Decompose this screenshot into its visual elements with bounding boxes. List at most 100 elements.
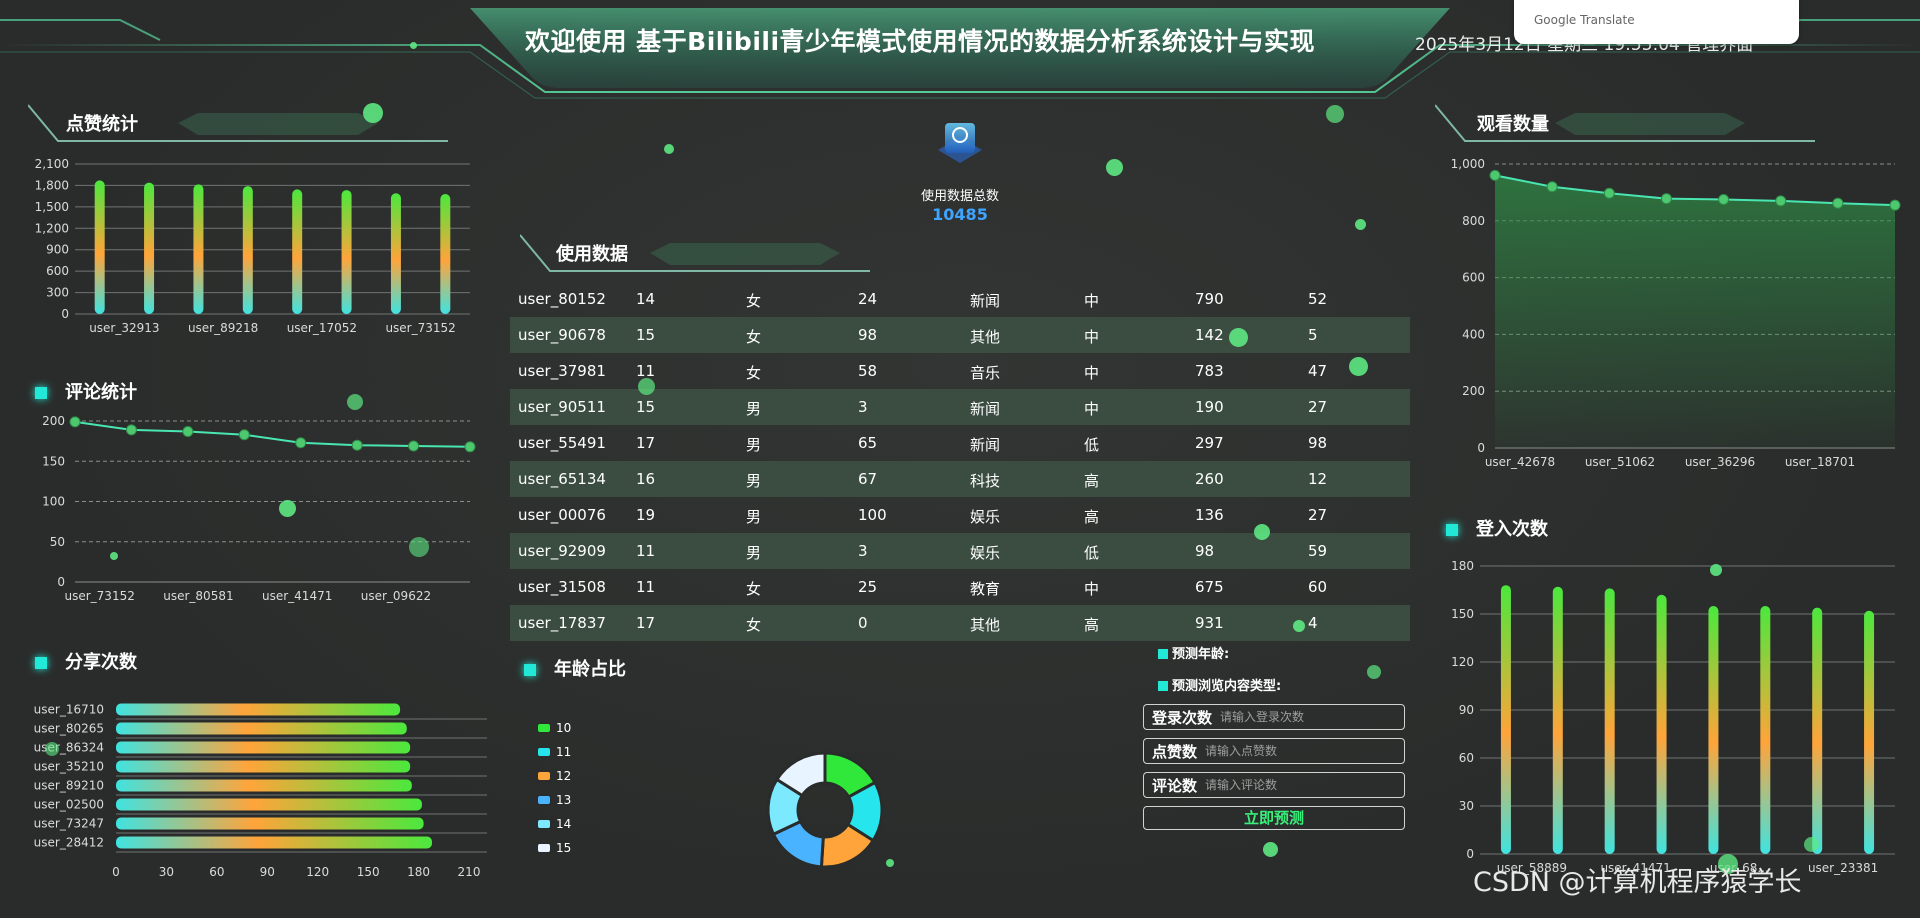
table-cell: user_92909 bbox=[518, 542, 606, 560]
table-cell: 19 bbox=[636, 506, 656, 524]
bar bbox=[1864, 610, 1875, 854]
table-cell: 931 bbox=[1195, 614, 1224, 632]
square-icon bbox=[1158, 681, 1168, 691]
table-cell: 女 bbox=[746, 292, 762, 310]
legend-item[interactable]: 15 bbox=[538, 841, 571, 855]
y-tick-label: 0 bbox=[1466, 847, 1474, 861]
floating-bubble bbox=[110, 552, 118, 560]
y-tick-label: 90 bbox=[1459, 703, 1474, 717]
floating-bubble bbox=[1106, 159, 1123, 176]
legend-item[interactable]: 14 bbox=[538, 817, 571, 831]
table-cell: 中 bbox=[1084, 328, 1100, 346]
google-translate-widget[interactable]: Google Translate bbox=[1514, 0, 1799, 44]
table-cell: 11 bbox=[636, 542, 656, 560]
x-tick-label: user_42678 bbox=[1485, 455, 1555, 469]
x-tick-label: user_32913 bbox=[89, 321, 159, 335]
predicted-type-text: 预测浏览内容类型: bbox=[1172, 679, 1282, 694]
table-cell: 3 bbox=[858, 398, 868, 416]
bar bbox=[94, 180, 105, 314]
floating-bubble bbox=[409, 537, 429, 557]
comment-count-field: 评论数 bbox=[1143, 772, 1405, 798]
usage-table: user_80152 14 女 24 新闻中 790 52 user_90678 15 女 98 其他… bbox=[510, 281, 1410, 641]
y-tick-label: 60 bbox=[1459, 751, 1474, 765]
data-point bbox=[1889, 199, 1901, 211]
table-cell: 65 bbox=[858, 434, 878, 452]
table-cell: 260 bbox=[1195, 470, 1224, 488]
table-cell: 47 bbox=[1308, 362, 1328, 380]
table-cell: 教育 bbox=[970, 580, 1001, 598]
table-cell: 790 bbox=[1195, 290, 1224, 308]
x-tick-label: 210 bbox=[458, 865, 481, 879]
table-row[interactable]: user_92909 11 男 3 娱乐 低 98 59 bbox=[510, 533, 1410, 569]
table-cell: 98 bbox=[858, 326, 878, 344]
y-tick-label: user_16710 bbox=[34, 703, 104, 717]
x-tick-label: user_23381 bbox=[1808, 861, 1878, 875]
data-point bbox=[295, 437, 307, 449]
data-point bbox=[1660, 193, 1672, 205]
data-point bbox=[1489, 169, 1501, 181]
table-row[interactable]: user_55491 17 男 65 新闻 低 297 98 bbox=[510, 425, 1410, 461]
x-tick-label: 150 bbox=[357, 865, 380, 879]
table-cell: 4 bbox=[1308, 614, 1318, 632]
bar bbox=[341, 190, 352, 314]
y-tick-label: 1,500 bbox=[35, 200, 69, 214]
floating-bubble bbox=[45, 742, 59, 756]
bar bbox=[1760, 606, 1771, 854]
legend-item[interactable]: 10 bbox=[538, 721, 571, 735]
table-row[interactable]: user_17837 17 女 0 其他 高 931 4 bbox=[510, 605, 1410, 641]
floating-bubble bbox=[410, 42, 417, 49]
table-cell: user_31508 bbox=[518, 578, 606, 596]
table-cell: user_80152 bbox=[518, 290, 606, 308]
age-panel-title: 年龄占比 bbox=[524, 655, 626, 681]
login-count-field: 登录次数 bbox=[1143, 704, 1405, 730]
comment-count-input[interactable] bbox=[1205, 778, 1356, 792]
bar bbox=[1604, 588, 1615, 854]
total-value: 10485 bbox=[932, 205, 988, 224]
bar bbox=[116, 836, 433, 849]
table-row[interactable]: user_00076 19 男 100 娱乐 高 136 27 bbox=[510, 497, 1410, 533]
table-row[interactable]: user_65134 16 男 67 科技 高 260 12 bbox=[510, 461, 1410, 497]
comments-title-text: 评论统计 bbox=[65, 382, 137, 403]
y-tick-label: user_02500 bbox=[34, 798, 104, 812]
bar bbox=[144, 182, 155, 314]
y-tick-label: user_28412 bbox=[34, 836, 104, 850]
table-cell: 15 bbox=[636, 398, 656, 416]
table-cell: 136 bbox=[1195, 506, 1224, 524]
table-cell: 其他 bbox=[970, 616, 1001, 634]
table-row[interactable]: user_31508 11 女 25 教育 中 675 60 bbox=[510, 569, 1410, 605]
table-cell: 中 bbox=[1084, 580, 1100, 598]
table-cell: 27 bbox=[1308, 398, 1328, 416]
table-cell: 男 bbox=[746, 400, 762, 418]
like-count-input[interactable] bbox=[1205, 744, 1356, 758]
comment-count-label: 评论数 bbox=[1152, 776, 1198, 795]
legend-item[interactable]: 13 bbox=[538, 793, 571, 807]
login-count-input[interactable] bbox=[1220, 710, 1371, 724]
predicted-age-text: 预测年龄: bbox=[1172, 647, 1230, 662]
table-cell: 16 bbox=[636, 470, 656, 488]
legend-item[interactable]: 11 bbox=[538, 745, 571, 759]
data-point bbox=[408, 440, 420, 452]
predict-button[interactable]: 立即预测 bbox=[1143, 806, 1405, 830]
x-tick-label: user_36296 bbox=[1685, 455, 1755, 469]
table-row[interactable]: user_90678 15 女 98 其他 中 142 5 bbox=[510, 317, 1410, 353]
table-cell: 142 bbox=[1195, 326, 1224, 344]
data-point bbox=[1775, 195, 1787, 207]
table-cell: 17 bbox=[636, 434, 656, 452]
x-tick-label: user_51062 bbox=[1585, 455, 1655, 469]
legend-label: 12 bbox=[556, 769, 572, 783]
x-tick-label: user_89218 bbox=[188, 321, 258, 335]
legend-item[interactable]: 12 bbox=[538, 769, 571, 783]
square-icon bbox=[1446, 524, 1458, 536]
predicted-age-label: 预测年龄: bbox=[1158, 643, 1229, 662]
table-cell: 25 bbox=[858, 578, 878, 596]
shares-chart: user_16710user_80265user_86324user_35210… bbox=[34, 703, 487, 879]
table-cell: 女 bbox=[746, 328, 762, 346]
table-cell: 新闻 bbox=[970, 292, 1001, 310]
table-row[interactable]: user_80152 14 女 24 新闻 中 790 52 bbox=[510, 281, 1410, 317]
y-tick-label: 200 bbox=[1462, 384, 1485, 398]
table-cell: 5 bbox=[1308, 326, 1318, 344]
logins-title-text: 登入次数 bbox=[1476, 519, 1548, 540]
table-cell: 中 bbox=[1084, 400, 1100, 418]
logins-panel-title: 登入次数 bbox=[1446, 515, 1548, 541]
legend-swatch bbox=[538, 748, 550, 756]
